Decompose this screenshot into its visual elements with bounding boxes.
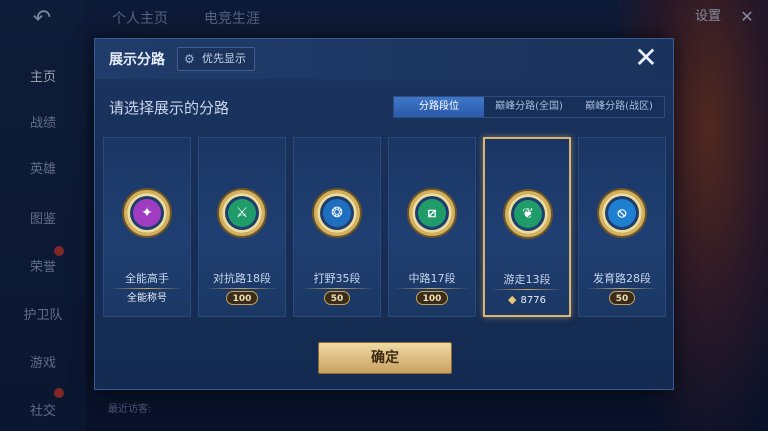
- close-x-icon[interactable]: ✕: [631, 43, 661, 73]
- rank-badge: 50: [323, 291, 351, 305]
- tab-lane-rank[interactable]: 分路段位: [394, 97, 484, 117]
- confirm-button[interactable]: 确定: [318, 342, 452, 374]
- lane-card-list: ✦ 全能高手 全能称号 ⚔ 对抗路18段 100 ❂ 打野35段 50 ⧄ 中路…: [103, 137, 667, 319]
- lane-card-clash[interactable]: ⚔ 对抗路18段 100: [198, 137, 286, 317]
- lane-card-label: 打野35段: [313, 272, 361, 285]
- farm-lane-emblem-icon: ⦸: [599, 190, 645, 236]
- lane-card-roam[interactable]: ❦ 游走13段 ◆ 8776: [483, 137, 571, 317]
- lane-card-farm[interactable]: ⦸ 发育路28段 50: [578, 137, 666, 317]
- lane-card-all-rounder[interactable]: ✦ 全能高手 全能称号: [103, 137, 191, 317]
- modal-subtitle: 请选择展示的分路: [109, 99, 230, 117]
- rank-badge-row: 50: [579, 288, 665, 310]
- mid-lane-emblem-icon: ⧄: [409, 190, 455, 236]
- points-icon: ◆: [508, 293, 517, 306]
- rank-badge: 100: [415, 291, 449, 305]
- lane-card-label: 游走13段: [503, 273, 551, 286]
- rank-badge-row: 50: [294, 288, 380, 310]
- modal-title: 展示分路: [109, 52, 165, 68]
- rank-badge: 100: [225, 291, 259, 305]
- lane-card-mid[interactable]: ⧄ 中路17段 100: [388, 137, 476, 317]
- lane-display-modal: 展示分路 ⚙ 优先显示 ✕ 请选择展示的分路 分路段位 巅峰分路(全国) 巅峰分…: [94, 38, 674, 390]
- rank-badge: 50: [608, 291, 636, 305]
- lane-card-label: 发育路28段: [593, 272, 651, 285]
- priority-display-label: 优先显示: [202, 52, 246, 65]
- rank-badge-row: 100: [199, 288, 285, 310]
- tab-peak-national[interactable]: 巅峰分路(全国): [484, 97, 574, 117]
- gear-icon: ⚙: [184, 52, 195, 66]
- clash-lane-emblem-icon: ⚔: [219, 190, 265, 236]
- lane-card-label: 对抗路18段: [213, 272, 271, 285]
- tab-peak-region[interactable]: 巅峰分路(战区): [574, 97, 664, 117]
- lane-card-jungle[interactable]: ❂ 打野35段 50: [293, 137, 381, 317]
- lane-card-label: 全能高手: [125, 272, 169, 285]
- roam-emblem-icon: ❦: [505, 191, 551, 237]
- title-footer: 全能称号: [127, 293, 167, 304]
- all-rounder-emblem-icon: ✦: [124, 190, 170, 236]
- modal-header: 展示分路 ⚙ 优先显示 ✕: [95, 39, 673, 79]
- points-row: ◆ 8776: [485, 289, 569, 311]
- points-value: 8776: [520, 295, 546, 306]
- jungle-emblem-icon: ❂: [314, 190, 360, 236]
- rank-badge-row: 100: [389, 288, 475, 310]
- priority-display-button[interactable]: ⚙ 优先显示: [177, 47, 255, 71]
- lane-card-label: 中路17段: [408, 272, 456, 285]
- lane-tabs: 分路段位 巅峰分路(全国) 巅峰分路(战区): [393, 96, 665, 118]
